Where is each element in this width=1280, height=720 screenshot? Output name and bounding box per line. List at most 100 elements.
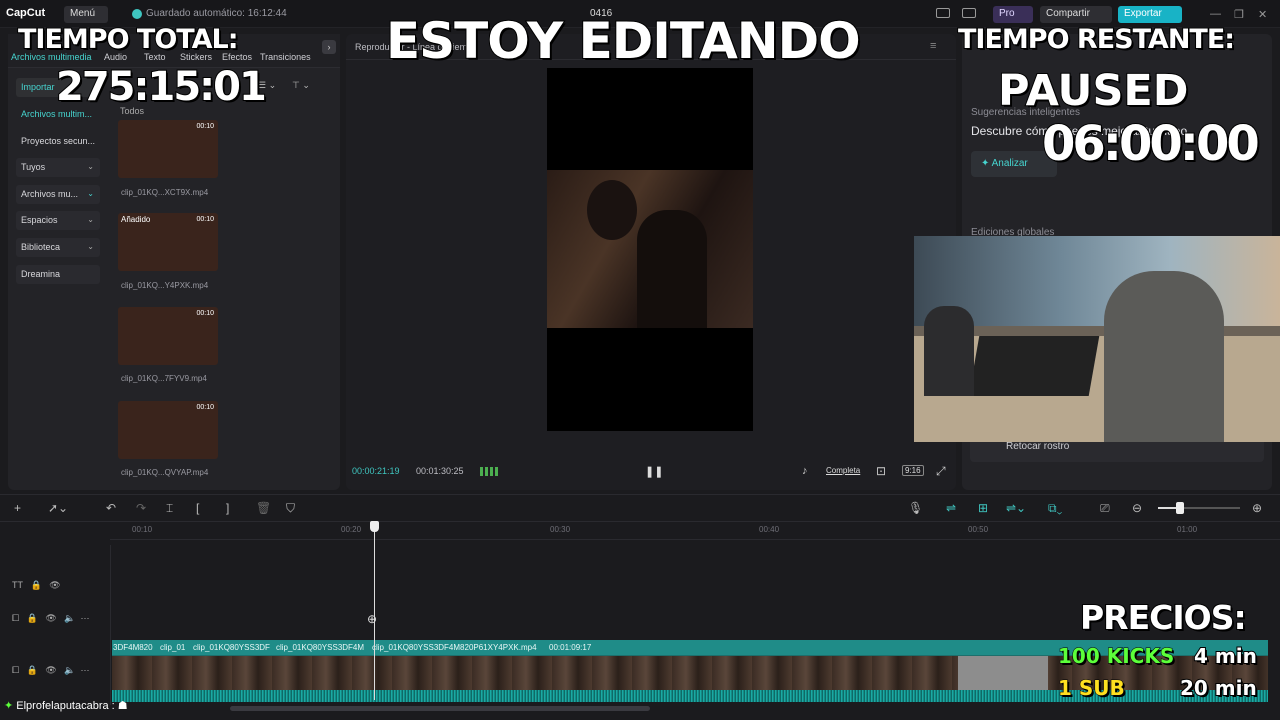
player-menu-icon[interactable]: ≡ — [930, 40, 936, 52]
pro-button[interactable]: Pro — [993, 6, 1033, 23]
media-caption: clip_01KQ...7FYV9.mp4 — [121, 374, 207, 383]
split-icon[interactable]: ⌶ — [166, 501, 173, 516]
add-icon[interactable]: + — [14, 501, 21, 515]
microphone-icon[interactable]: 🎙 — [908, 501, 923, 515]
undo-icon[interactable]: ↶ — [106, 501, 116, 515]
sidebar-item-label: Proyectos secun... — [21, 136, 96, 146]
ruler-tick: 00:20 — [341, 525, 362, 534]
shortcuts-icon[interactable] — [962, 8, 976, 18]
split-left-icon[interactable]: [ — [196, 501, 199, 515]
pause-icon[interactable]: ❚❚ — [645, 465, 663, 478]
laptop — [968, 336, 1100, 396]
preview-axis-icon[interactable]: ⧉⌄ — [1048, 501, 1062, 516]
media-caption: clip_01KQ...QVYAP.mp4 — [121, 468, 209, 477]
clip-duration: 00:10 — [196, 404, 214, 411]
overlay-total-label: TIEMPO TOTAL: — [17, 23, 240, 56]
sidebar-item-library[interactable]: Biblioteca ⌄ — [16, 238, 100, 257]
sidebar-item-media[interactable]: Archivos mu... ⌄ — [16, 185, 100, 204]
link-icon[interactable]: ⇌ — [946, 501, 956, 515]
time-ruler[interactable] — [110, 522, 1280, 540]
tab-transitions[interactable]: Transiciones — [260, 52, 311, 62]
maximize-icon[interactable]: ❐ — [1234, 8, 1244, 21]
ghost-icon: ☗ — [117, 700, 128, 712]
chevron-down-icon: ⌄ — [87, 189, 94, 198]
audio-meter-icon — [480, 467, 498, 476]
overlay-price-kicks: 100 KICKS — [1057, 644, 1175, 669]
overlay-title: ESTOY EDITANDO — [385, 11, 862, 71]
clip-label: clip_01KQ80YSS3DF4M820P61XY4PXK.mp4 — [372, 643, 537, 652]
playhead[interactable] — [374, 522, 375, 700]
overlay-total-value: 275:15:01 — [55, 63, 268, 111]
snapshot-icon[interactable]: ⊡ — [876, 464, 886, 478]
clip-duration: 00:01:09:17 — [549, 643, 592, 652]
media-thumbnail[interactable]: 00:10 — [118, 120, 218, 178]
zoom-out-icon[interactable]: ⊖ — [1132, 501, 1142, 515]
collapse-panel-icon[interactable]: › — [322, 40, 336, 54]
clip-label: clip_01KQ80YSS3DF — [193, 643, 270, 652]
shield-icon[interactable]: ⛉ — [286, 501, 295, 516]
text-track-controls[interactable]: T​T 🔒 👁 — [12, 580, 61, 591]
ruler-tick: 00:40 — [759, 525, 780, 534]
sidebar-item-dreamina[interactable]: Dreamina — [16, 265, 100, 284]
media-thumbnail[interactable]: Añadido 00:10 — [118, 213, 218, 271]
layout-icon[interactable] — [936, 8, 950, 18]
snap-icon[interactable]: ⇌⌄ — [1006, 501, 1026, 515]
chevron-down-icon: ⌄ — [87, 215, 94, 224]
sidebar-item-label: Archivos multim... — [21, 109, 93, 119]
aspect-ratio-button[interactable]: 9:16 — [902, 465, 924, 476]
clip-label: 3DF4M820 — [113, 643, 153, 652]
select-tool-icon[interactable]: ➚⌄ — [48, 501, 68, 515]
redo-icon[interactable]: ↷ — [136, 501, 146, 515]
overlay-prices-label: PRECIOS: — [1079, 597, 1248, 638]
quality-button[interactable]: Completa — [826, 466, 860, 475]
main-track-controls[interactable]: ⧠ 🔒 👁 🔈 ⋯ — [12, 665, 90, 676]
delete-icon[interactable]: 🗑 — [256, 501, 271, 515]
ruler-tick: 00:30 — [550, 525, 571, 534]
clip-duration: 00:10 — [196, 123, 214, 130]
zoom-slider-handle[interactable] — [1176, 502, 1184, 514]
timeline-scrollbar[interactable] — [230, 706, 650, 711]
overlay-track-controls[interactable]: ⧠ 🔒 👁 🔈 ⋯ — [12, 613, 90, 624]
sidebar-item-label: Espacios — [21, 215, 58, 225]
sidebar-item-label: Archivos mu... — [21, 189, 79, 199]
tiktok-icon[interactable]: ♪ — [802, 465, 808, 477]
fullscreen-icon[interactable]: ⤢ — [936, 464, 946, 479]
overlay-remain-label: TIEMPO RESTANTE: — [957, 23, 1236, 56]
sidebar-item-label: Biblioteca — [21, 242, 61, 252]
sidebar-item-secondary-projects[interactable]: Proyectos secun... — [16, 132, 100, 151]
person-silhouette — [924, 306, 974, 396]
media-thumbnail[interactable]: 00:10 — [118, 401, 218, 459]
export-button[interactable]: Exportar — [1118, 6, 1182, 23]
menu-button[interactable]: Menú — [64, 6, 108, 23]
sparkle-icon: ✦ — [981, 158, 992, 169]
sidebar-item-spaces[interactable]: Espacios ⌄ — [16, 211, 100, 230]
overlay-price-sub: 1 SUB — [1058, 676, 1126, 701]
zoom-in-icon[interactable]: ⊕ — [1252, 501, 1262, 515]
person-silhouette — [1104, 271, 1224, 442]
sidebar-item-label: Dreamina — [21, 269, 61, 279]
close-icon[interactable]: ✕ — [1258, 8, 1267, 21]
clip-label: clip_01 — [160, 643, 186, 652]
sidebar-item-label: Importar — [21, 82, 55, 92]
media-caption: clip_01KQ...XCT9X.mp4 — [121, 188, 209, 197]
share-button[interactable]: Compartir — [1040, 6, 1112, 23]
added-badge: Añadido — [121, 215, 151, 224]
minimize-icon[interactable]: — — [1210, 8, 1221, 20]
fit-icon[interactable]: ⎚ — [1100, 501, 1110, 516]
person-silhouette — [587, 180, 637, 240]
split-right-icon[interactable]: ] — [226, 501, 229, 515]
ruler-tick: 00:10 — [132, 525, 153, 534]
analyze-label: Analizar — [991, 158, 1028, 169]
ruler-tick: 01:00 — [1177, 525, 1198, 534]
magnet-icon[interactable]: ⊞ — [978, 501, 988, 515]
filter-icon[interactable]: ⊤ ⌄ — [292, 80, 310, 91]
total-time: 00:01:30:25 — [416, 466, 464, 476]
sidebar-item-yours[interactable]: Tuyos ⌄ — [16, 158, 100, 177]
overlay-remain-value: 06:00:00 — [1041, 115, 1261, 173]
clip-label: clip_01KQ80YSS3DF4M — [276, 643, 365, 652]
playhead-handle[interactable] — [370, 521, 379, 532]
clip-frames — [958, 656, 1048, 690]
media-caption: clip_01KQ...Y4PXK.mp4 — [121, 281, 209, 290]
clip-duration: 00:10 — [196, 310, 214, 317]
media-thumbnail[interactable]: 00:10 — [118, 307, 218, 365]
